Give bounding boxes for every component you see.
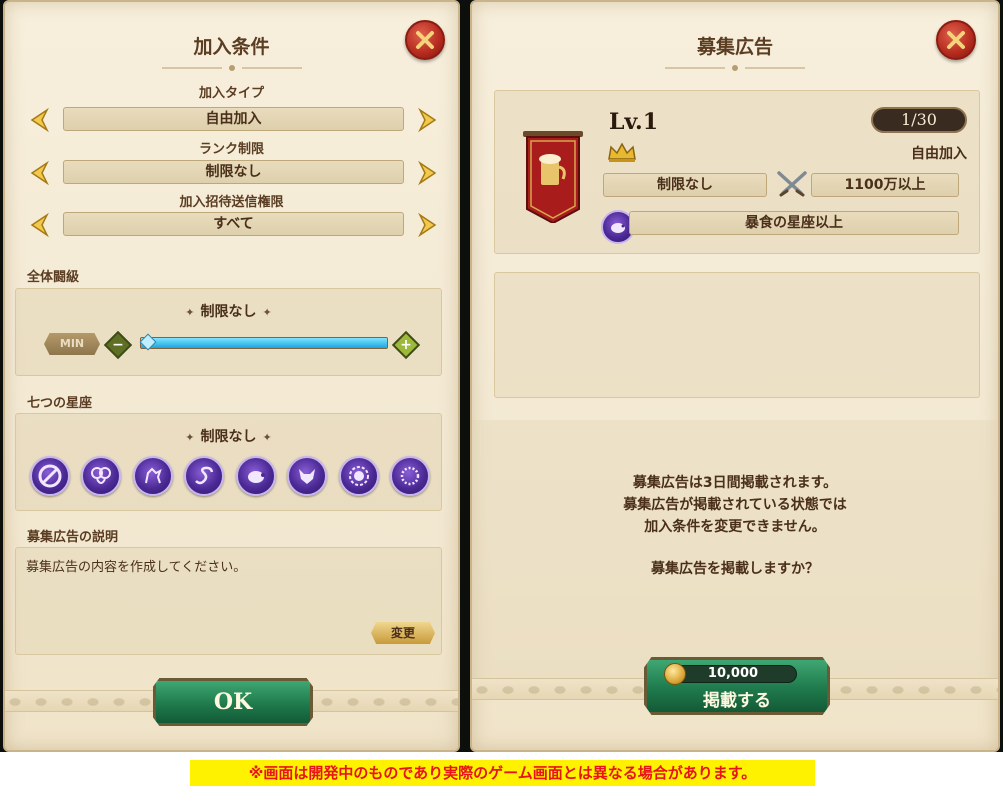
overall-rank-label: 全体闘級	[27, 270, 80, 285]
confirm-question: 募集広告を掲載しますか？	[651, 561, 819, 577]
gold-coin-icon	[664, 663, 686, 685]
disclaimer-banner: ※画面は開発中のものであり実際のゲーム画面とは異なる場合があります。	[190, 760, 815, 786]
constellation-box: ✦ 制限なし ✦	[15, 413, 442, 511]
goat-icon[interactable]	[132, 456, 173, 496]
ram-icon[interactable]	[81, 456, 122, 496]
invite-permission-label: 加入招待送信権限	[179, 195, 284, 210]
post-ad-button[interactable]: 10,000 掲載する	[644, 657, 830, 715]
overall-rank-value-row: ✦ 制限なし ✦	[16, 301, 441, 321]
power-requirement-tag: 1100万以上	[811, 173, 959, 197]
overall-rank-value: 制限なし	[200, 304, 257, 320]
guild-level: Lv.1	[609, 109, 659, 135]
ornament-icon: ✦	[185, 306, 195, 319]
join-type-value: 自由加入	[63, 107, 404, 131]
crossed-swords-icon	[777, 171, 807, 197]
description-text: 募集広告の内容を作成してください。	[26, 560, 247, 575]
cost-display: 10,000	[664, 663, 797, 685]
description-label: 募集広告の説明	[27, 530, 119, 545]
close-icon	[947, 31, 965, 49]
arrow-left-icon[interactable]	[27, 212, 53, 238]
notice-line-1: 募集広告は3日間掲載されます。	[632, 475, 838, 491]
arrow-right-icon[interactable]	[414, 160, 440, 186]
wreath-icon[interactable]	[389, 456, 430, 496]
recruit-ad-panel: 募集広告 Lv.1 1/30 自由加入 制限なし 1100万以上 暴食の星座以上…	[470, 0, 1000, 752]
title-ornament	[161, 65, 302, 71]
arrow-right-icon[interactable]	[414, 107, 440, 133]
minus-icon: −	[112, 337, 124, 353]
arrow-right-icon[interactable]	[414, 212, 440, 238]
constellation-value: 制限なし	[200, 429, 257, 445]
ornament-icon: ✦	[185, 431, 195, 444]
join-conditions-panel: 加入条件 加入タイプ 自由加入 ランク制限 制限なし 加入招待送信権限 すべて …	[3, 0, 460, 752]
rank-limit-value: 制限なし	[63, 160, 404, 184]
ornament-icon: ✦	[262, 306, 272, 319]
close-button[interactable]	[936, 20, 976, 60]
arrow-left-icon[interactable]	[27, 107, 53, 133]
cost-value: 10,000	[707, 666, 759, 681]
guild-banner-icon	[523, 131, 583, 223]
ad-preview-box	[494, 272, 980, 398]
plus-icon: +	[400, 337, 412, 353]
invite-permission-selector: すべて	[25, 210, 442, 240]
post-ad-label: 掲載する	[703, 691, 771, 711]
none-icon[interactable]	[30, 456, 70, 496]
notice-line-3: 加入条件を変更できません。	[644, 519, 826, 535]
constellation-label: 七つの星座	[27, 396, 93, 411]
serpent-icon[interactable]	[184, 456, 225, 496]
ornament-icon: ✦	[262, 431, 272, 444]
panel-title: 募集広告	[696, 36, 773, 58]
overall-rank-slider[interactable]	[140, 337, 388, 349]
ok-button[interactable]: OK	[153, 678, 313, 726]
crown-icon	[608, 142, 636, 162]
member-count: 1/30	[871, 107, 967, 133]
boar-icon[interactable]	[235, 456, 276, 496]
guild-info-card: Lv.1 1/30 自由加入 制限なし 1100万以上 暴食の星座以上	[494, 90, 980, 254]
join-type-selector: 自由加入	[25, 105, 442, 135]
title-ornament	[665, 65, 805, 71]
lion-icon[interactable]	[338, 456, 379, 496]
arrow-left-icon[interactable]	[27, 160, 53, 186]
join-type: 自由加入	[911, 146, 967, 162]
increase-button[interactable]: +	[391, 330, 421, 360]
overall-rank-box: ✦ 制限なし ✦ MIN − +	[15, 288, 442, 376]
constellation-icons	[30, 456, 430, 500]
constellation-value-row: ✦ 制限なし ✦	[16, 426, 441, 446]
game-screen: 加入条件 加入タイプ 自由加入 ランク制限 制限なし 加入招待送信権限 すべて …	[0, 0, 1003, 752]
change-button[interactable]: 変更	[371, 622, 435, 644]
close-icon	[416, 31, 434, 49]
notice-line-2: 募集広告が掲載されている状態では	[623, 497, 847, 513]
invite-permission-value: すべて	[63, 212, 404, 236]
slider-fill	[141, 338, 387, 348]
rank-limit-selector: 制限なし	[25, 158, 442, 188]
rank-limit-label: ランク制限	[198, 142, 264, 157]
close-button[interactable]	[405, 20, 445, 60]
join-type-label: 加入タイプ	[198, 86, 264, 101]
panel-title: 加入条件	[193, 36, 270, 58]
rank-limit-tag: 制限なし	[603, 173, 767, 197]
decrease-button[interactable]: −	[103, 330, 133, 360]
fox-icon[interactable]	[287, 456, 328, 496]
description-box: 募集広告の内容を作成してください。 変更	[15, 547, 442, 655]
constellation-tag: 暴食の星座以上	[629, 211, 959, 235]
min-button[interactable]: MIN	[44, 333, 100, 355]
confirm-area: 募集広告は3日間掲載されます。 募集広告が掲載されている状態では 加入条件を変更…	[472, 420, 998, 684]
